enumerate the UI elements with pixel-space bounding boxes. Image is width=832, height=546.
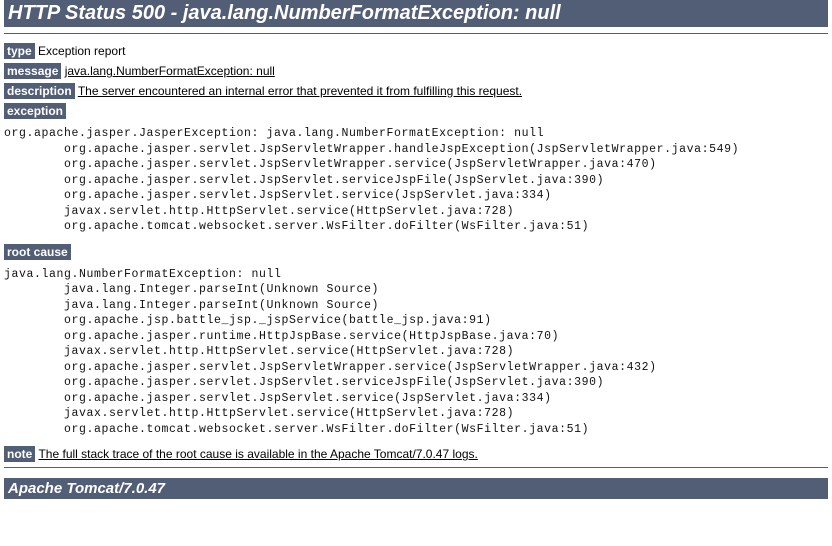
note-line: note The full stack trace of the root ca…: [4, 447, 828, 461]
divider: [4, 33, 828, 34]
root-cause-heading: root cause: [4, 245, 828, 259]
exception-label: exception: [4, 103, 66, 119]
note-value: The full stack trace of the root cause i…: [38, 447, 477, 461]
root-cause-label: root cause: [4, 244, 71, 260]
type-label: type: [4, 43, 35, 59]
message-value: java.lang.NumberFormatException: null: [65, 64, 275, 78]
type-line: type Exception report: [4, 44, 828, 58]
exception-stacktrace: org.apache.jasper.JasperException: java.…: [4, 126, 828, 235]
divider: [4, 467, 828, 468]
page-title: HTTP Status 500 - java.lang.NumberFormat…: [4, 0, 828, 27]
type-value: Exception report: [35, 44, 126, 58]
description-value: The server encountered an internal error…: [78, 84, 522, 98]
description-line: description The server encountered an in…: [4, 84, 828, 98]
exception-heading: exception: [4, 104, 828, 118]
root-cause-stacktrace: java.lang.NumberFormatException: null ja…: [4, 267, 828, 438]
description-label: description: [4, 83, 75, 99]
server-footer: Apache Tomcat/7.0.47: [4, 478, 828, 499]
note-label: note: [4, 446, 35, 462]
message-label: message: [4, 63, 61, 79]
message-line: message java.lang.NumberFormatException:…: [4, 64, 828, 78]
